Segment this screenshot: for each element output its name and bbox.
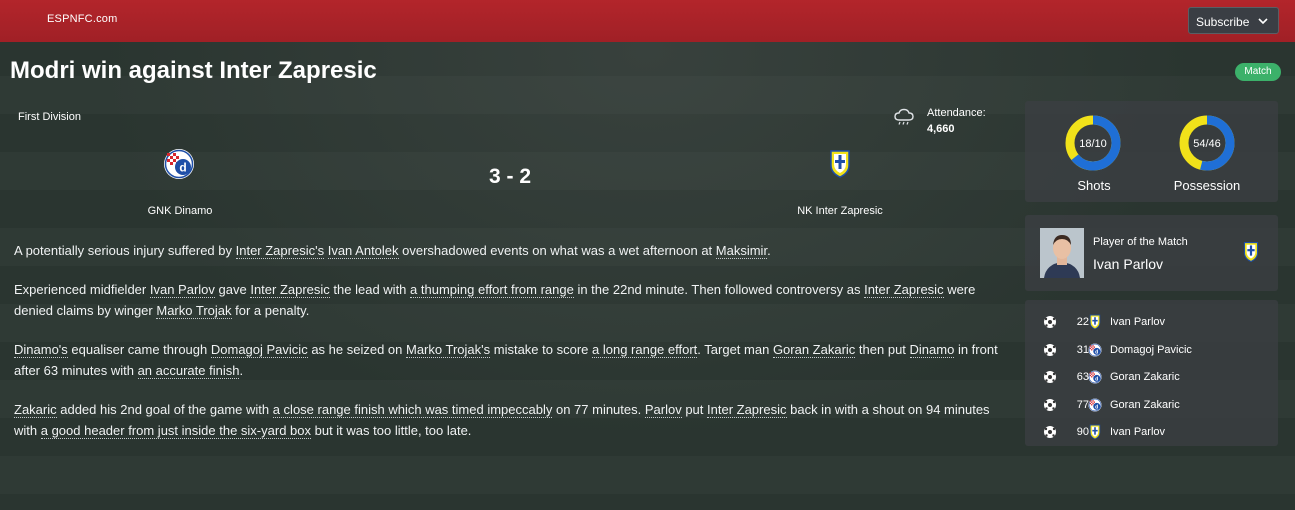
- report-text: as he seized on: [307, 342, 406, 357]
- report-link[interactable]: Inter Zapresic's: [235, 243, 325, 259]
- inter-zapresic-crest-icon[interactable]: [1243, 241, 1259, 263]
- report-link[interactable]: Maksimir: [715, 243, 768, 259]
- report-text: overshadowed events on what was a wet af…: [398, 243, 716, 258]
- goal-scorer[interactable]: Ivan Parlov: [1110, 316, 1165, 328]
- report-link[interactable]: a thumping effort from range: [410, 282, 574, 298]
- report-link[interactable]: Dinamo's: [14, 342, 68, 358]
- inter-zapresic-crest-icon[interactable]: [829, 149, 851, 179]
- report-link[interactable]: an accurate finish: [137, 363, 240, 379]
- rain-cloud-icon: [894, 108, 914, 125]
- inter-zapresic-crest-icon: [1089, 314, 1101, 330]
- report-text: .: [239, 363, 244, 378]
- football-icon: [1044, 343, 1056, 356]
- goal-row[interactable]: 31 Domagoj Pavicic: [1043, 340, 1263, 360]
- brand-name[interactable]: ESPNFC.com: [47, 13, 117, 25]
- goal-minute: 22: [1076, 316, 1089, 328]
- shots-value: 18/10: [1079, 138, 1107, 150]
- report-text: . Target man: [697, 342, 773, 357]
- possession-ring: 54/46: [1179, 115, 1235, 171]
- match-score: 3 - 2: [488, 165, 532, 188]
- top-bar: ESPNFC.com Subscribe: [0, 0, 1295, 42]
- goal-row[interactable]: 77 Goran Zakaric: [1043, 395, 1263, 415]
- report-text: equaliser came through: [67, 342, 211, 357]
- home-team-name[interactable]: GNK Dinamo: [100, 205, 260, 217]
- report-paragraph: A potentially serious injury suffered by…: [14, 240, 1014, 261]
- report-link[interactable]: a long range effort: [592, 342, 698, 358]
- goal-row[interactable]: 90 Ivan Parlov: [1043, 422, 1263, 442]
- report-link[interactable]: Marko Trojak's: [406, 342, 491, 358]
- report-link[interactable]: Domagoj Pavicic: [210, 342, 308, 358]
- dinamo-crest-icon[interactable]: [163, 148, 195, 180]
- subscribe-label: Subscribe: [1196, 15, 1250, 29]
- report-paragraph: Dinamo's equaliser came through Domagoj …: [14, 339, 1014, 381]
- competition-name: First Division: [18, 111, 81, 123]
- match-tag: Match: [1235, 63, 1281, 81]
- report-link[interactable]: Goran Zakaric: [772, 342, 856, 358]
- report-link[interactable]: Marko Trojak: [156, 303, 232, 319]
- report-text: mistake to score: [490, 342, 592, 357]
- report-link[interactable]: Inter Zapresic: [250, 282, 330, 298]
- report-text: for a penalty.: [231, 303, 310, 318]
- report-text: Experienced midfielder: [14, 282, 150, 297]
- player-avatar[interactable]: [1040, 228, 1084, 278]
- goal-row[interactable]: 22 Ivan Parlov: [1043, 312, 1263, 332]
- report-link[interactable]: Parlov: [644, 402, 682, 418]
- attendance-value: 4,660: [927, 123, 955, 135]
- report-text: added his 2nd goal of the game with: [56, 402, 273, 417]
- report-text: in the 22nd minute. Then followed contro…: [573, 282, 865, 297]
- dinamo-crest-icon: [1088, 342, 1102, 357]
- possession-label: Possession: [1173, 178, 1241, 193]
- report-text: then put: [855, 342, 910, 357]
- report-text: .: [767, 243, 771, 258]
- report-text: gave: [214, 282, 251, 297]
- match-stats-panel: 18/10 Shots 54/46 Possession: [1025, 101, 1278, 202]
- football-icon: [1044, 371, 1056, 383]
- report-link[interactable]: Inter Zapresic: [864, 282, 944, 298]
- goal-minute: 90: [1076, 426, 1089, 438]
- goal-minute: 31: [1076, 343, 1089, 356]
- goal-scorer[interactable]: Domagoj Pavicic: [1110, 344, 1192, 356]
- report-link[interactable]: Ivan Parlov: [149, 282, 215, 298]
- inter-zapresic-crest-icon: [1089, 424, 1101, 440]
- goals-panel: 22 Ivan Parlov 31 Domagoj Pavicic 63 Goran Za…: [1025, 300, 1278, 446]
- football-icon: [1044, 398, 1056, 411]
- report-link[interactable]: Dinamo: [909, 342, 955, 358]
- attendance-label: Attendance:: [927, 107, 986, 119]
- report-link[interactable]: Ivan Antolek: [327, 243, 399, 259]
- goal-row[interactable]: 63 Goran Zakaric: [1043, 367, 1263, 387]
- dinamo-crest-icon: [1088, 397, 1102, 412]
- shots-ring: 18/10: [1065, 115, 1121, 171]
- report-text: the lead with: [329, 282, 411, 297]
- goal-scorer[interactable]: Goran Zakaric: [1110, 371, 1180, 383]
- football-icon: [1044, 426, 1056, 438]
- dinamo-crest-icon: [1088, 370, 1102, 384]
- report-link[interactable]: a good header from just inside the six-y…: [40, 423, 311, 439]
- shots-label: Shots: [1077, 178, 1111, 193]
- away-team-name[interactable]: NK Inter Zapresic: [760, 205, 920, 217]
- report-text: put: [681, 402, 708, 417]
- goal-minute: 77: [1076, 398, 1089, 411]
- report-text: on 77 minutes.: [552, 402, 645, 417]
- potm-label: Player of the Match: [1093, 236, 1188, 248]
- report-paragraph: Zakaric added his 2nd goal of the game w…: [14, 399, 1014, 441]
- report-link[interactable]: a close range finish which was timed imp…: [272, 402, 553, 418]
- chevron-down-icon: [1258, 18, 1268, 25]
- goal-scorer[interactable]: Goran Zakaric: [1110, 399, 1180, 411]
- report-text: A potentially serious injury suffered by: [14, 243, 236, 258]
- goal-minute: 63: [1076, 371, 1089, 383]
- subscribe-button[interactable]: Subscribe: [1188, 7, 1279, 34]
- page-title: Modri win against Inter Zapresic: [10, 57, 377, 84]
- goal-scorer[interactable]: Ivan Parlov: [1110, 426, 1165, 438]
- report-text: but it was too little, too late.: [311, 423, 472, 438]
- report-link[interactable]: Inter Zapresic: [707, 402, 787, 418]
- possession-value: 54/46: [1193, 138, 1221, 150]
- potm-player-name[interactable]: Ivan Parlov: [1093, 256, 1163, 272]
- report-link[interactable]: Zakaric: [14, 402, 57, 418]
- match-report: A potentially serious injury suffered by…: [14, 240, 1014, 459]
- football-icon: [1044, 316, 1056, 328]
- report-paragraph: Experienced midfielder Ivan Parlov gave …: [14, 279, 1014, 321]
